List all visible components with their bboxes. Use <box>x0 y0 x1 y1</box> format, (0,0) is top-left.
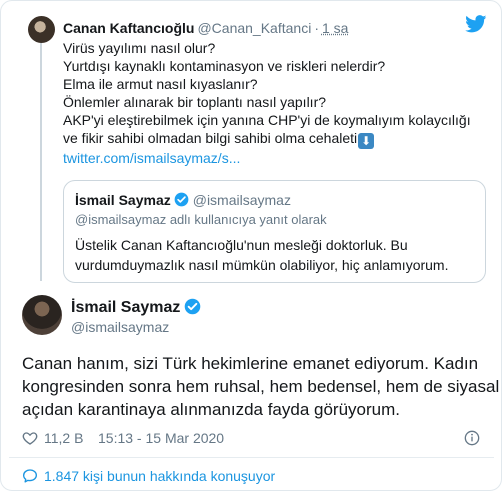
footer-divider <box>9 457 494 458</box>
parent-tweet-line-with-emoji: ve fikir sahibi olmadan bilgi sahibi olm… <box>63 129 483 149</box>
quoted-tweet-header: İsmail Saymaz @ismailsaymaz <box>75 191 291 209</box>
tweet-timestamp[interactable]: 15:13 - 15 Mar 2020 <box>98 429 224 447</box>
down-arrow-emoji-icon: ⬇ <box>358 133 375 149</box>
quoted-reply-context: @ismailsaymaz adlı kullanıcıya yanıt ola… <box>75 212 327 227</box>
quoted-author-handle[interactable]: @ismailsaymaz <box>193 192 291 208</box>
embedded-tweet-card: Canan Kaftancıoğlu @Canan_Kaftanci · 1 sa V… <box>0 0 502 491</box>
main-tweet-text: Canan hanım, sizi Türk hekimlerine emane… <box>22 352 500 421</box>
twitter-bird-icon[interactable] <box>465 15 487 33</box>
verified-badge-icon <box>174 192 189 207</box>
quoted-tweet-link[interactable]: twitter.com/ismailsaymaz/s... <box>63 149 483 167</box>
parent-author-avatar[interactable] <box>28 16 55 43</box>
parent-author-name[interactable]: Canan Kaftancıoğlu <box>63 20 194 36</box>
header-separator: · <box>314 20 319 36</box>
main-author-avatar[interactable] <box>22 295 62 335</box>
info-icon[interactable] <box>464 430 480 446</box>
parent-tweet-time[interactable]: 1 sa <box>322 20 348 36</box>
speech-bubble-icon <box>23 469 37 483</box>
parent-tweet-line: AKP'yi eleştirebilmek için yanına CHP'yi… <box>63 112 471 128</box>
parent-tweet-header: Canan Kaftancıoğlu @Canan_Kaftanci · 1 sa <box>63 19 348 37</box>
parent-author-handle[interactable]: @Canan_Kaftanci <box>197 20 311 36</box>
quoted-tweet-card[interactable]: İsmail Saymaz @ismailsaymaz @ismailsaymaz… <box>63 180 486 283</box>
quoted-tweet-text: Üstelik Canan Kaftancıoğlu'nun mesleği d… <box>75 237 449 273</box>
parent-tweet-line: Yurtdışı kaynaklı kontaminasyon ve riskl… <box>63 58 386 74</box>
heart-icon[interactable] <box>22 430 38 446</box>
main-tweet-line: açıdan karantinaya alınmanızda fayda gör… <box>22 400 401 419</box>
main-author-name[interactable]: İsmail Saymaz <box>71 299 180 316</box>
main-tweet-line: kongresinden sonra hem ruhsal, hem beden… <box>22 377 500 396</box>
parent-tweet-line: Elma ile armut nasıl kıyaslanır? <box>63 76 258 92</box>
parent-tweet-line: Virüs yayılımı nasıl olur? <box>63 40 216 56</box>
main-tweet-line: Canan hanım, sizi Türk hekimlerine emane… <box>22 354 479 373</box>
thread-connector-line <box>40 41 42 281</box>
conversation-count-text[interactable]: 1.847 kişi bunun hakkında konuşuyor <box>44 467 275 485</box>
parent-tweet-line: Önlemler alınarak bir toplantı nasıl yap… <box>63 94 327 110</box>
quoted-author-name[interactable]: İsmail Saymaz <box>75 192 171 208</box>
main-author-name-row: İsmail Saymaz <box>71 298 201 318</box>
tweet-meta-row: 11,2 B 15:13 - 15 Mar 2020 <box>22 429 482 447</box>
like-count[interactable]: 11,2 B <box>44 429 83 447</box>
parent-tweet-line: ve fikir sahibi olmadan bilgi sahibi olm… <box>63 130 358 146</box>
main-author-handle[interactable]: @ismailsaymaz <box>71 318 169 336</box>
parent-tweet-text: Virüs yayılımı nasıl olur? Yurtdışı kayn… <box>63 39 483 167</box>
verified-badge-icon <box>185 298 201 315</box>
